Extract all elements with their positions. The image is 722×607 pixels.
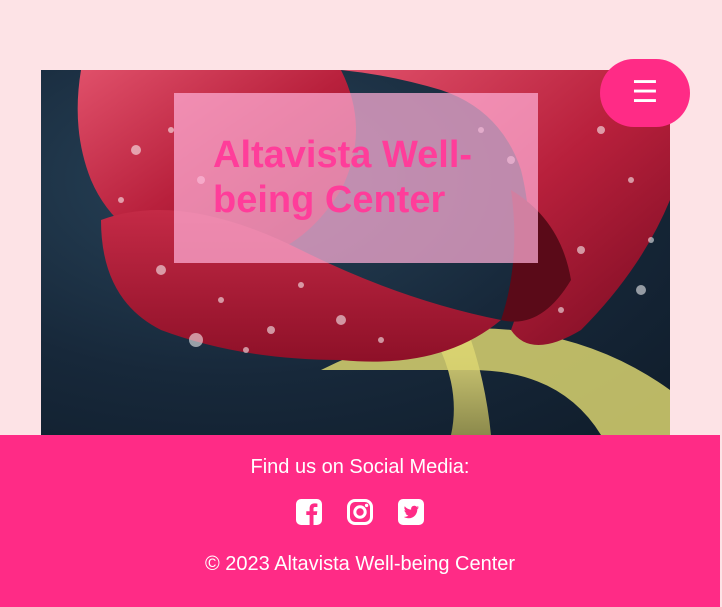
footer: Find us on Social Media: © 2023 Altavist… — [0, 435, 720, 607]
menu-button[interactable]: ☰ — [600, 59, 690, 127]
social-links — [0, 498, 720, 526]
copyright-text: © 2023 Altavista Well-being Center — [204, 553, 516, 575]
twitter-square-icon[interactable] — [397, 498, 425, 526]
instagram-icon[interactable] — [346, 498, 374, 526]
hero-banner: Altavista Well-being Center — [41, 70, 670, 435]
social-heading: Find us on Social Media: — [250, 456, 470, 478]
hamburger-menu-icon: ☰ — [631, 75, 659, 110]
facebook-square-icon[interactable] — [295, 498, 323, 526]
page-title: Altavista Well-being Center — [213, 134, 473, 221]
title-panel: Altavista Well-being Center — [174, 93, 538, 263]
